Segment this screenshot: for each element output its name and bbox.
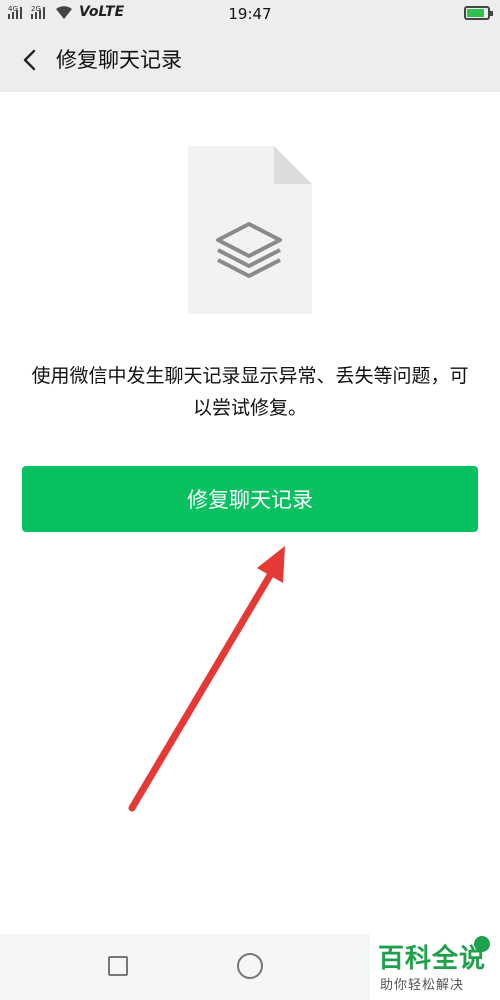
back-button[interactable] <box>14 42 50 78</box>
document-layers-icon <box>188 146 312 314</box>
status-bar: 4G 2G VoLTE 19:47 <box>0 0 500 28</box>
description-text: 使用微信中发生聊天记录显示异常、丢失等问题，可以尝试修复。 <box>31 365 469 419</box>
app-header: 修复聊天记录 <box>0 28 500 92</box>
page-title: 修复聊天记录 <box>56 48 182 72</box>
repair-button-label: 修复聊天记录 <box>187 488 313 512</box>
circle-icon[interactable] <box>237 953 263 979</box>
watermark-subtitle: 助你轻松解决 <box>380 978 465 993</box>
watermark: 百科全说 助你轻松解决 <box>370 934 500 1000</box>
chevron-left-icon <box>23 49 36 71</box>
repair-chat-history-button[interactable]: 修复聊天记录 <box>22 466 478 532</box>
battery-icon <box>464 6 493 20</box>
square-icon[interactable] <box>108 956 128 976</box>
watermark-logo: 百科全说 <box>378 944 487 974</box>
battery-level <box>467 9 484 17</box>
status-time: 19:47 <box>228 5 272 23</box>
